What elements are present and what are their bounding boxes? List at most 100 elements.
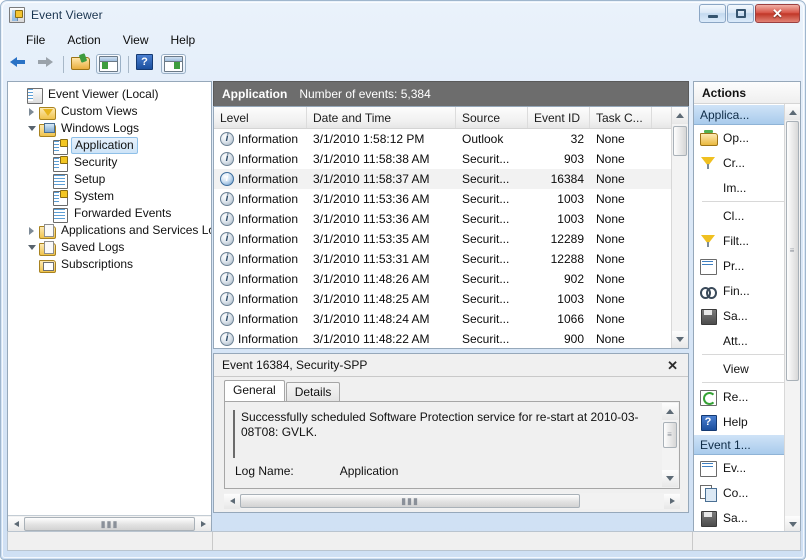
table-row[interactable]: iInformation 3/1/2010 11:53:36 AM Securi… xyxy=(214,189,688,209)
close-icon: ✕ xyxy=(772,7,783,20)
scroll-thumb[interactable]: ▮▮▮ xyxy=(240,494,580,508)
minimize-button[interactable] xyxy=(699,4,726,23)
back-button[interactable] xyxy=(9,54,31,75)
tree-item-windows-logs[interactable]: Windows Logs xyxy=(12,120,211,137)
scroll-down-button[interactable] xyxy=(662,470,678,487)
column-header-task-category[interactable]: Task C... xyxy=(590,107,652,128)
cell-source: Securit... xyxy=(456,252,528,266)
show-console-tree-button[interactable] xyxy=(96,54,121,74)
scroll-thumb[interactable] xyxy=(673,126,687,156)
status-segment-1 xyxy=(8,532,213,550)
tree-item-label: Custom Views xyxy=(59,104,139,119)
scroll-thumb[interactable]: ▮▮▮ xyxy=(24,517,195,531)
table-row[interactable]: iInformation 3/1/2010 11:53:31 AM Securi… xyxy=(214,249,688,269)
tree-item-application[interactable]: Application xyxy=(12,137,211,154)
action-label: Filt... xyxy=(723,234,749,248)
system-log-icon xyxy=(52,190,68,204)
table-row[interactable]: iInformation 3/1/2010 11:48:26 AM Securi… xyxy=(214,269,688,289)
detail-tab-body: Successfully scheduled Software Protecti… xyxy=(224,401,680,489)
scroll-down-button[interactable] xyxy=(785,516,800,532)
tab-general[interactable]: General xyxy=(224,380,285,401)
forward-button[interactable] xyxy=(34,54,56,75)
chevron-right-icon[interactable] xyxy=(25,222,39,239)
chevron-down-icon[interactable] xyxy=(25,120,39,137)
menu-view[interactable]: View xyxy=(112,31,160,49)
menu-file[interactable]: File xyxy=(15,31,56,49)
menu-help[interactable]: Help xyxy=(160,31,207,49)
tree-item-label: Event Viewer (Local) xyxy=(46,87,161,102)
help-button[interactable]: ? xyxy=(136,54,158,75)
action-label: Cl... xyxy=(723,209,744,223)
event-list: Level Date and Time Source Event ID Task… xyxy=(213,106,689,349)
maximize-button[interactable] xyxy=(727,4,754,23)
forwarded-events-log-icon xyxy=(52,207,68,221)
show-action-pane-button[interactable] xyxy=(161,54,186,74)
scroll-left-button[interactable] xyxy=(8,517,24,532)
menu-action[interactable]: Action xyxy=(56,31,111,49)
custom-views-folder-icon xyxy=(39,105,55,119)
table-row[interactable]: iInformation 3/1/2010 11:48:24 AM Securi… xyxy=(214,309,688,329)
close-icon[interactable]: ✕ xyxy=(665,359,680,372)
tree-item-security[interactable]: Security xyxy=(12,154,211,171)
tree-item-forwarded-events[interactable]: Forwarded Events xyxy=(12,205,211,222)
table-row[interactable]: iInformation 3/1/2010 11:53:35 AM Securi… xyxy=(214,229,688,249)
action-label: Sa... xyxy=(723,309,748,323)
scroll-right-button[interactable] xyxy=(195,517,211,532)
table-row[interactable]: iInformation 3/1/2010 1:58:12 PM Outlook… xyxy=(214,129,688,149)
scroll-track[interactable] xyxy=(672,124,688,331)
column-header-source[interactable]: Source xyxy=(456,107,528,128)
scroll-down-button[interactable] xyxy=(672,331,688,348)
cell-date-time: 3/1/2010 1:58:12 PM xyxy=(307,132,456,146)
event-detail-pane: Event 16384, Security-SPP ✕ General Deta… xyxy=(213,353,689,513)
tree-item-event-viewer-local[interactable]: Event Viewer (Local) xyxy=(12,86,211,103)
chevron-down-icon[interactable] xyxy=(25,239,39,256)
tree-item-custom-views[interactable]: Custom Views xyxy=(12,103,211,120)
cell-task: None xyxy=(590,252,652,266)
cell-source: Securit... xyxy=(456,332,528,346)
scroll-thumb[interactable]: ≡ xyxy=(786,121,799,381)
tree-horizontal-scrollbar[interactable]: ▮▮▮ xyxy=(8,515,211,532)
tree-item-system[interactable]: System xyxy=(12,188,211,205)
scroll-up-button[interactable] xyxy=(662,403,678,420)
event-list-vertical-scrollbar[interactable] xyxy=(671,107,688,348)
tree-item-label: Applications and Services Lo xyxy=(59,223,211,238)
actions-pane: Actions Applica... Op... Cr... Im... xyxy=(693,81,801,533)
cell-level: Information xyxy=(238,152,298,166)
chevron-right-icon[interactable] xyxy=(25,103,39,120)
table-row[interactable]: iInformation 3/1/2010 11:48:22 AM Securi… xyxy=(214,329,688,348)
column-header-date-time[interactable]: Date and Time xyxy=(307,107,456,128)
actions-vertical-scrollbar[interactable]: ≡ xyxy=(784,104,800,532)
scroll-left-button[interactable] xyxy=(224,494,240,509)
open-folder-button[interactable] xyxy=(71,54,93,75)
scroll-right-button[interactable] xyxy=(664,494,680,509)
column-header-level[interactable]: Level xyxy=(214,107,307,128)
scroll-up-button[interactable] xyxy=(785,104,800,120)
scroll-thumb[interactable]: ≡ xyxy=(663,422,677,448)
close-button[interactable]: ✕ xyxy=(755,4,800,23)
tree-item-label: Application xyxy=(71,137,138,154)
setup-log-icon xyxy=(52,173,68,187)
tab-details[interactable]: Details xyxy=(286,382,341,402)
tree-item-setup[interactable]: Setup xyxy=(12,171,211,188)
tree-item-applications-and-services-logs[interactable]: Applications and Services Lo xyxy=(12,222,211,239)
table-row[interactable]: iInformation 3/1/2010 11:48:25 AM Securi… xyxy=(214,289,688,309)
table-row-selected[interactable]: iInformation 3/1/2010 11:58:37 AM Securi… xyxy=(214,169,688,189)
information-icon: i xyxy=(220,252,234,266)
scroll-up-button[interactable] xyxy=(672,107,688,124)
column-header-event-id[interactable]: Event ID xyxy=(528,107,590,128)
cell-task: None xyxy=(590,272,652,286)
tree-item-label: Security xyxy=(72,155,119,170)
tree-item-label: Windows Logs xyxy=(59,121,141,136)
scroll-grip: ▮▮▮ xyxy=(101,520,119,529)
table-row[interactable]: iInformation 3/1/2010 11:58:38 AM Securi… xyxy=(214,149,688,169)
cell-task: None xyxy=(590,192,652,206)
tree-item-subscriptions[interactable]: Subscriptions xyxy=(12,256,211,273)
table-row[interactable]: iInformation 3/1/2010 11:53:36 AM Securi… xyxy=(214,209,688,229)
tree-item-saved-logs[interactable]: Saved Logs xyxy=(12,239,211,256)
cell-date-time: 3/1/2010 11:48:26 AM xyxy=(307,272,456,286)
detail-vertical-scrollbar[interactable]: ≡ xyxy=(662,403,678,487)
cell-task: None xyxy=(590,292,652,306)
detail-horizontal-scrollbar[interactable]: ▮▮▮ xyxy=(224,493,680,509)
properties-icon xyxy=(700,258,717,274)
event-viewer-root-icon xyxy=(26,88,42,102)
